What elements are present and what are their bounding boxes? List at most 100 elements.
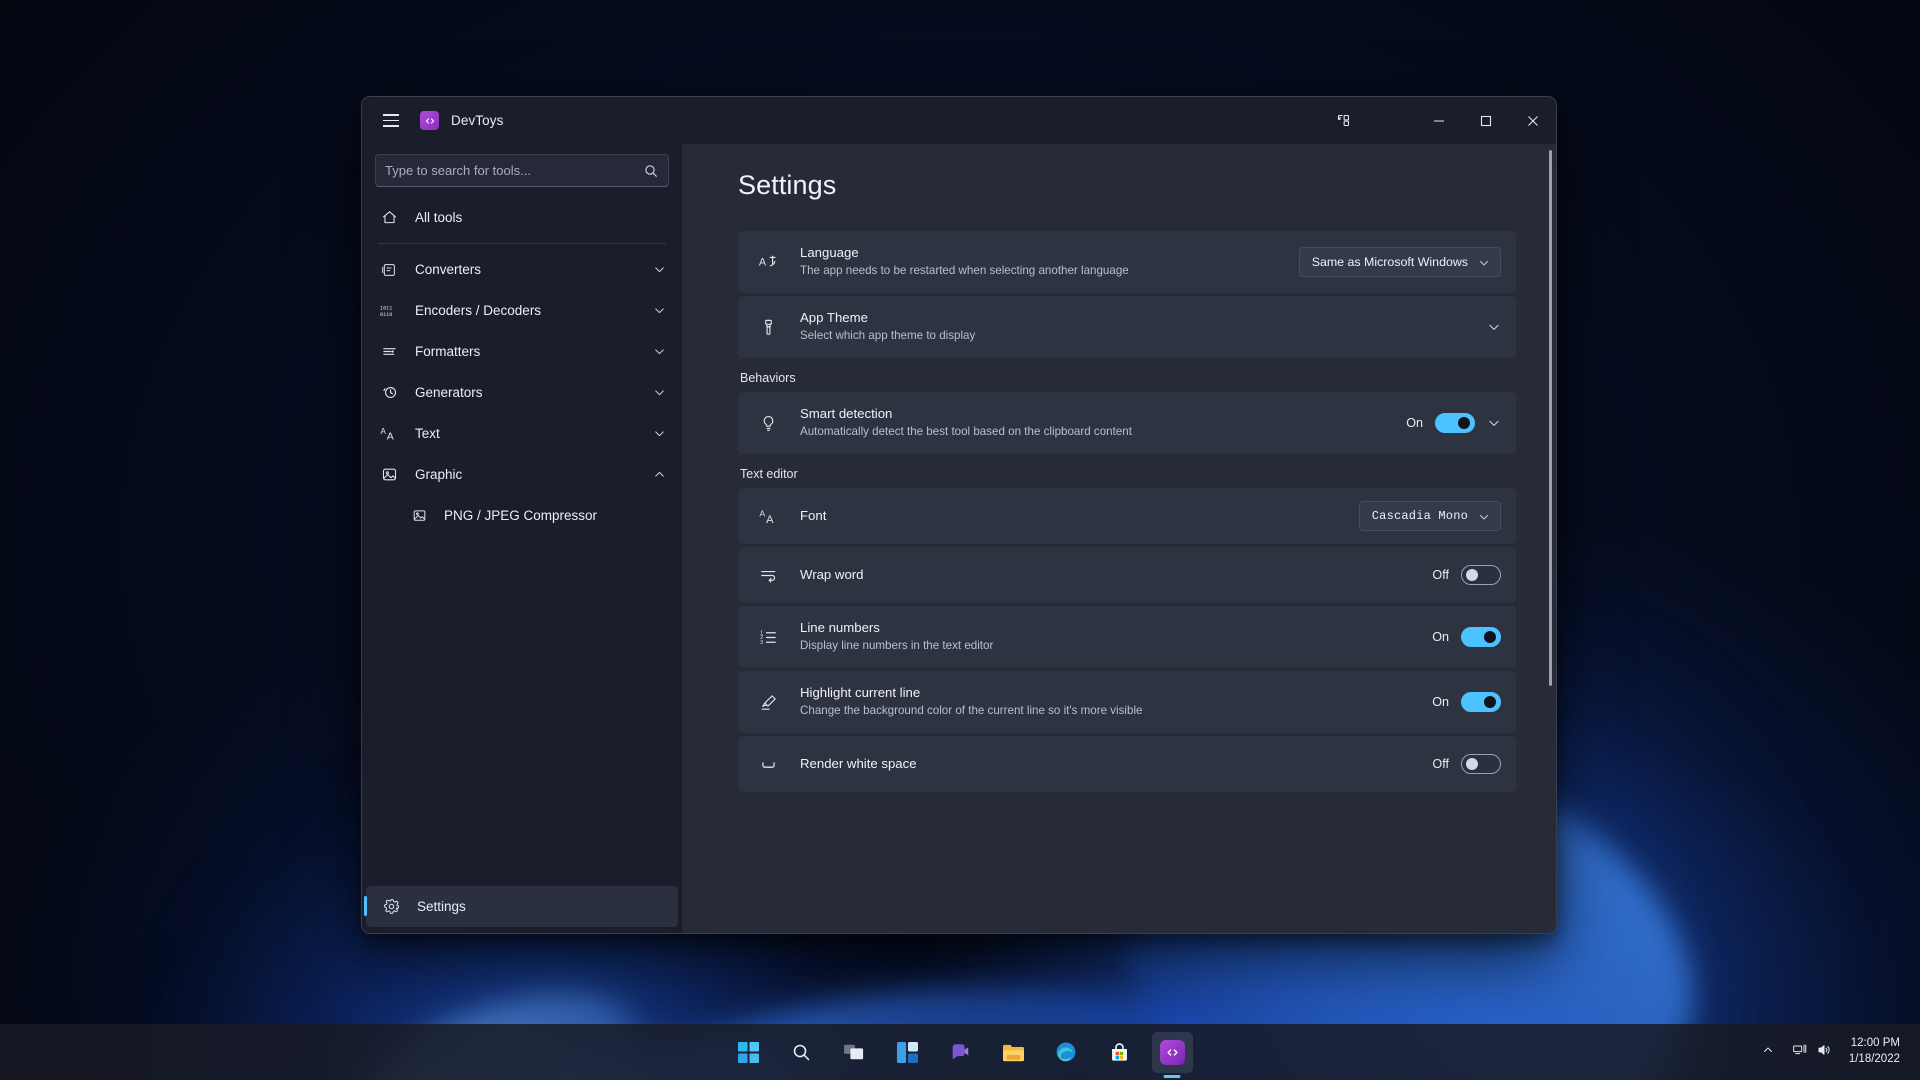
toggle-state-label: On	[1401, 416, 1423, 430]
widgets-icon[interactable]	[887, 1032, 928, 1073]
sidebar-item-settings[interactable]: Settings	[366, 886, 678, 927]
devtoys-window: DevToys	[361, 96, 1557, 934]
expand-chevron-down-icon[interactable]	[1487, 416, 1501, 430]
search-icon[interactable]	[643, 163, 659, 179]
sidebar-item-label: Encoders / Decoders	[415, 303, 653, 318]
window-title: DevToys	[451, 113, 503, 128]
sidebar-item-all-tools[interactable]: All tools	[364, 197, 680, 238]
volume-icon	[1816, 1042, 1832, 1063]
toggle-state-label: Off	[1427, 568, 1449, 582]
font-icon: A A	[758, 506, 778, 526]
tray-expand-button[interactable]	[1755, 1032, 1781, 1072]
settings-content: Settings A Language The app ne	[682, 144, 1556, 933]
clock-date: 1/18/2022	[1849, 1052, 1900, 1068]
render-white-space-toggle[interactable]	[1461, 754, 1501, 774]
setting-row-app-theme[interactable]: App Theme Select which app theme to disp…	[738, 296, 1516, 358]
setting-row-highlight-current-line[interactable]: Highlight current line Change the backgr…	[738, 671, 1516, 733]
chevron-down-icon	[1478, 256, 1491, 269]
sidebar: All tools Converters	[362, 144, 682, 933]
close-button[interactable]	[1509, 97, 1556, 144]
sidebar-item-text[interactable]: A A Text	[364, 413, 680, 454]
generators-icon	[380, 384, 398, 402]
toggle-state-label: Off	[1427, 757, 1449, 771]
main-scrollbar-thumb[interactable]	[1549, 150, 1552, 686]
svg-text:A: A	[766, 513, 774, 525]
edge-icon[interactable]	[1046, 1032, 1087, 1073]
line-numbers-toggle[interactable]	[1461, 627, 1501, 647]
sidebar-item-label: Settings	[417, 899, 678, 914]
hamburger-menu-icon[interactable]	[370, 104, 412, 138]
search-input[interactable]	[385, 163, 643, 178]
chevron-down-icon[interactable]	[653, 345, 666, 358]
expand-chevron-down-icon[interactable]	[1487, 320, 1501, 334]
smart-detection-toggle[interactable]	[1435, 413, 1475, 433]
setting-row-line-numbers[interactable]: 1 2 3 Line numbers Display line numbers …	[738, 606, 1516, 668]
language-combobox[interactable]: Same as Microsoft Windows	[1299, 247, 1501, 277]
setting-row-language[interactable]: A Language The app needs to be restarted…	[738, 231, 1516, 293]
setting-row-wrap-word[interactable]: Wrap word Off	[738, 547, 1516, 603]
sidebar-item-label: Generators	[415, 385, 653, 400]
setting-control: Same as Microsoft Windows	[1299, 247, 1501, 277]
start-button[interactable]	[728, 1032, 769, 1073]
main-scrollbar[interactable]	[1548, 150, 1553, 927]
sidebar-nav: All tools Converters	[362, 195, 682, 886]
setting-title: Smart detection	[800, 405, 1401, 423]
setting-control	[1487, 320, 1501, 334]
window-controls	[1315, 97, 1556, 144]
sidebar-item-label: Formatters	[415, 344, 653, 359]
font-combobox[interactable]: Cascadia Mono	[1359, 501, 1501, 531]
setting-title: Language	[800, 244, 1299, 262]
chevron-down-icon[interactable]	[653, 263, 666, 276]
chevron-down-icon[interactable]	[653, 386, 666, 399]
window-body: All tools Converters	[362, 144, 1556, 933]
sidebar-item-label: Graphic	[415, 467, 653, 482]
setting-row-font[interactable]: A A Font Cascadia Mono	[738, 488, 1516, 544]
setting-control: Off	[1427, 754, 1501, 774]
highlighter-icon	[758, 692, 778, 712]
search-taskbar-icon[interactable]	[781, 1032, 822, 1073]
wrap-word-toggle[interactable]	[1461, 565, 1501, 585]
sidebar-item-converters[interactable]: Converters	[364, 249, 680, 290]
file-explorer-icon[interactable]	[993, 1032, 1034, 1073]
paintbrush-icon	[758, 317, 778, 337]
setting-texts: Font	[800, 507, 1359, 525]
setting-description: Change the background color of the curre…	[800, 703, 1427, 720]
network-volume-button[interactable]	[1785, 1032, 1839, 1072]
setting-texts: Smart detection Automatically detect the…	[800, 405, 1401, 441]
task-view-icon[interactable]	[834, 1032, 875, 1073]
sidebar-item-formatters[interactable]: Formatters	[364, 331, 680, 372]
sidebar-item-png-jpeg-compressor[interactable]: PNG / JPEG Compressor	[364, 495, 680, 535]
search-container	[362, 144, 682, 195]
window-titlebar: DevToys	[362, 97, 1556, 144]
setting-row-smart-detection[interactable]: Smart detection Automatically detect the…	[738, 392, 1516, 454]
search-box[interactable]	[375, 154, 669, 187]
sidebar-item-encoders-decoders[interactable]: 1011 0110 Encoders / Decoders	[364, 290, 680, 331]
chevron-up-icon[interactable]	[653, 468, 666, 481]
store-icon[interactable]	[1099, 1032, 1140, 1073]
setting-title: Line numbers	[800, 619, 1427, 637]
sidebar-item-graphic[interactable]: Graphic	[364, 454, 680, 495]
minimize-button[interactable]	[1415, 97, 1462, 144]
chevron-up-icon	[1762, 1043, 1774, 1061]
home-icon	[380, 209, 398, 227]
svg-text:A: A	[759, 508, 765, 518]
taskbar-clock[interactable]: 12:00 PM 1/18/2022	[1843, 1032, 1910, 1072]
chat-icon[interactable]	[940, 1032, 981, 1073]
svg-text:3: 3	[760, 639, 763, 645]
font-combobox-value: Cascadia Mono	[1372, 509, 1468, 523]
setting-control: Cascadia Mono	[1359, 501, 1501, 531]
chevron-down-icon[interactable]	[653, 304, 666, 317]
multitask-restore-icon[interactable]	[1315, 97, 1371, 144]
chevron-down-icon[interactable]	[653, 427, 666, 440]
sidebar-item-generators[interactable]: Generators	[364, 372, 680, 413]
highlight-current-line-toggle[interactable]	[1461, 692, 1501, 712]
toggle-state-label: On	[1427, 695, 1449, 709]
svg-text:0110: 0110	[380, 311, 392, 317]
setting-description: Display line numbers in the text editor	[800, 638, 1427, 655]
devtoys-taskbar-icon[interactable]	[1152, 1032, 1193, 1073]
setting-row-render-white-space[interactable]: Render white space Off	[738, 736, 1516, 792]
maximize-button[interactable]	[1462, 97, 1509, 144]
setting-title: Render white space	[800, 755, 1427, 773]
binary-icon: 1011 0110	[380, 302, 398, 320]
setting-description: Automatically detect the best tool based…	[800, 424, 1401, 441]
